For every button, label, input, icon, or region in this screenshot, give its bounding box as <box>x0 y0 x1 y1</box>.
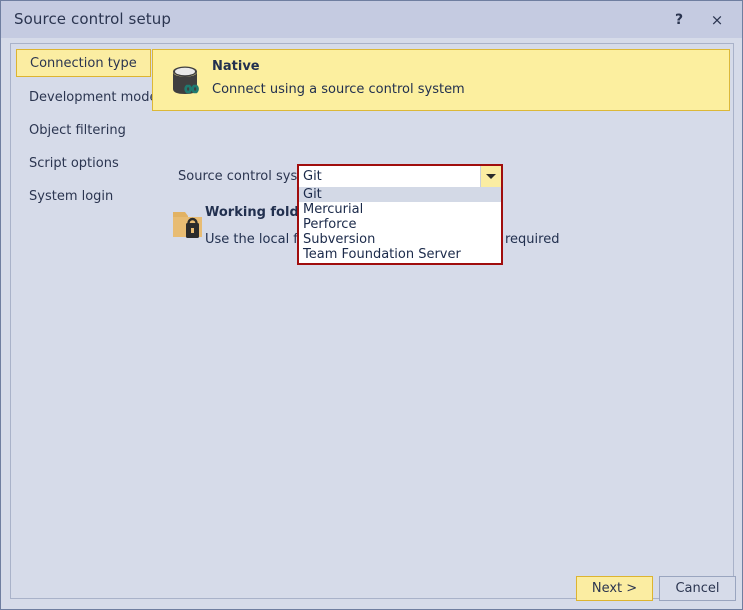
next-button[interactable]: Next > <box>576 576 653 601</box>
sidebar-item-label: Development model <box>29 89 162 105</box>
banner-title: Native <box>212 59 260 74</box>
sidebar-item-label: System login <box>29 188 114 204</box>
combobox-option-team-foundation-server[interactable]: Team Foundation Server <box>299 247 501 262</box>
connection-type-banner: Native Connect using a source control sy… <box>152 49 730 111</box>
sidebar-item-label: Script options <box>29 155 119 171</box>
help-button[interactable]: ? <box>665 7 693 33</box>
chevron-down-glyph <box>486 174 496 179</box>
combobox-option-subversion[interactable]: Subversion <box>299 232 501 247</box>
sidebar-item-connection-type[interactable]: Connection type <box>16 49 151 77</box>
close-button[interactable]: × <box>703 7 731 33</box>
window-title: Source control setup <box>14 10 172 28</box>
sidebar-item-object-filtering[interactable]: Object filtering <box>16 117 151 143</box>
chevron-down-icon[interactable] <box>480 166 501 187</box>
sidebar-item-system-login[interactable]: System login <box>16 183 151 209</box>
combobox-field[interactable]: Git <box>299 166 501 187</box>
source-control-system-combobox[interactable]: Git Git Mercurial Perforce Subversion Te… <box>297 164 503 265</box>
combobox-option-list[interactable]: Git Mercurial Perforce Subversion Team F… <box>299 187 501 263</box>
sidebar-item-label: Object filtering <box>29 122 126 138</box>
sidebar-item-development-model[interactable]: Development model <box>16 84 161 110</box>
wizard-step-list: Connection type Development model Object… <box>16 49 161 249</box>
combobox-selected-value: Git <box>303 169 322 184</box>
cancel-button[interactable]: Cancel <box>659 576 736 601</box>
content-panel: Connection type Development model Object… <box>10 43 736 601</box>
source-control-setup-dialog: Source control setup ? × Connection type… <box>0 0 743 610</box>
working-folder-description-tail: required <box>505 232 560 247</box>
dialog-body: Connection type Development model Object… <box>1 38 742 609</box>
combobox-option-git[interactable]: Git <box>299 187 501 202</box>
title-bar: Source control setup ? × <box>1 1 742 38</box>
database-link-icon <box>173 66 199 94</box>
combobox-option-mercurial[interactable]: Mercurial <box>299 202 501 217</box>
banner-subtitle: Connect using a source control system <box>212 82 465 97</box>
sidebar-item-label: Connection type <box>30 55 137 71</box>
combobox-option-perforce[interactable]: Perforce <box>299 217 501 232</box>
sidebar-item-script-options[interactable]: Script options <box>16 150 151 176</box>
